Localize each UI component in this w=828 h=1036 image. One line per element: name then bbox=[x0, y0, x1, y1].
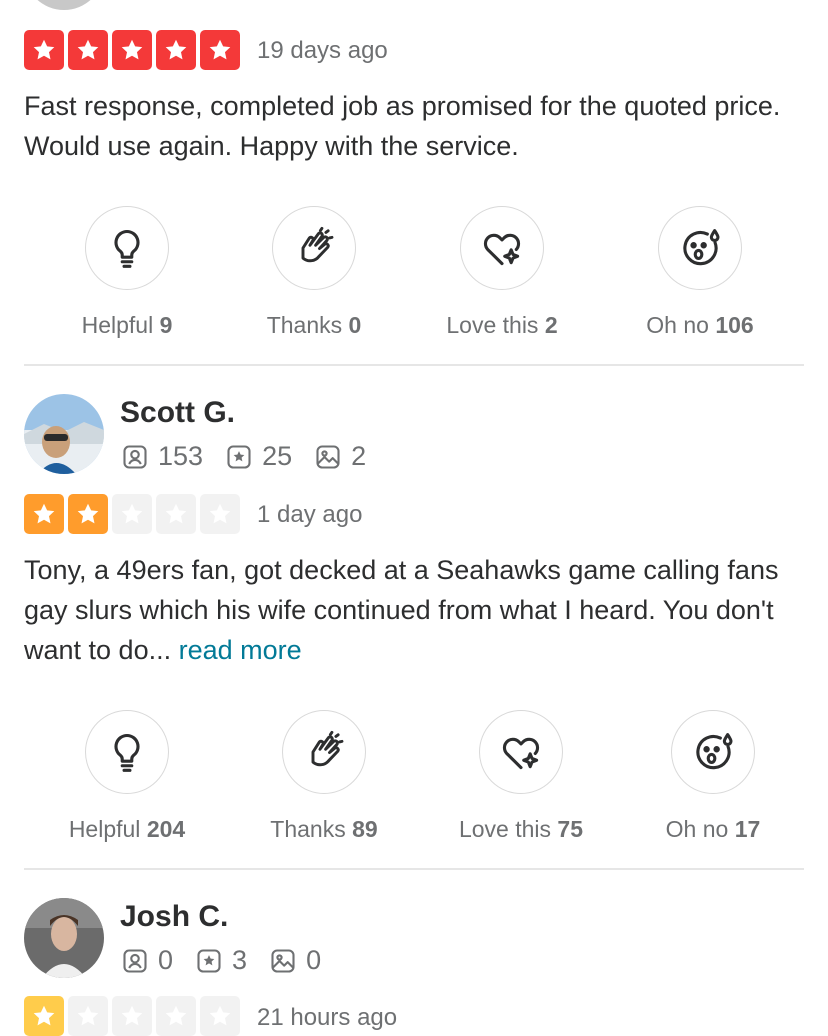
reaction-count: 9 bbox=[159, 312, 173, 338]
heart-sparkle-icon bbox=[479, 710, 563, 794]
star-rating bbox=[24, 30, 244, 70]
reaction-label: Helpful bbox=[68, 816, 141, 842]
review-text-body: Tony, a 49ers fan, got decked at a Seaha… bbox=[24, 555, 779, 665]
star-icon bbox=[112, 996, 152, 1036]
oh-no-face-icon bbox=[658, 206, 742, 290]
elite-star-icon bbox=[227, 444, 251, 469]
review-date: 19 days ago bbox=[257, 37, 388, 64]
reaction-label: Oh no bbox=[646, 312, 709, 338]
review-text: Tony, a 49ers fan, got decked at a Seaha… bbox=[24, 550, 814, 670]
star-icon bbox=[68, 996, 108, 1036]
photo-count-icon bbox=[316, 444, 340, 469]
star-icon bbox=[156, 996, 196, 1036]
oh-no-face-icon bbox=[671, 710, 755, 794]
reaction-label: Love this bbox=[446, 312, 539, 338]
review-date: 21 hours ago bbox=[257, 1004, 398, 1031]
reviewer-stats: 153 25 2 bbox=[121, 441, 388, 472]
reaction-count: 0 bbox=[348, 312, 362, 338]
reviewer-name[interactable]: Scott G. bbox=[120, 396, 235, 430]
divider bbox=[24, 868, 804, 870]
oh-no-button[interactable]: Oh no 106 bbox=[610, 206, 790, 339]
thanks-button[interactable]: Thanks 0 bbox=[224, 206, 404, 339]
clapping-hands-icon bbox=[272, 206, 356, 290]
star-icon bbox=[24, 30, 64, 70]
photo-count: 2 bbox=[351, 441, 367, 471]
photo-count: 0 bbox=[306, 945, 322, 975]
heart-sparkle-icon bbox=[460, 206, 544, 290]
star-icon bbox=[24, 494, 64, 534]
avatar[interactable] bbox=[24, 394, 104, 474]
star-icon bbox=[68, 30, 108, 70]
reaction-count: 75 bbox=[557, 816, 584, 842]
review-count-icon bbox=[123, 444, 147, 469]
read-more-link[interactable]: read more bbox=[179, 635, 302, 665]
review-text: Fast response, completed job as promised… bbox=[24, 91, 781, 161]
reviewer-stats: 0 3 0 bbox=[121, 945, 343, 976]
lightbulb-icon bbox=[85, 710, 169, 794]
reaction-count: 17 bbox=[734, 816, 761, 842]
elite-count: 25 bbox=[262, 441, 293, 471]
avatar[interactable] bbox=[24, 0, 104, 10]
star-icon bbox=[200, 30, 240, 70]
clapping-hands-icon bbox=[282, 710, 366, 794]
reaction-label: Thanks bbox=[270, 816, 346, 842]
lightbulb-icon bbox=[85, 206, 169, 290]
star-icon bbox=[200, 494, 240, 534]
reaction-count: 204 bbox=[146, 816, 186, 842]
star-rating bbox=[24, 494, 244, 534]
review-count: 0 bbox=[158, 945, 174, 975]
reaction-count: 2 bbox=[544, 312, 558, 338]
star-icon bbox=[156, 494, 196, 534]
reaction-count: 106 bbox=[715, 312, 754, 338]
oh-no-button[interactable]: Oh no 17 bbox=[623, 710, 803, 843]
photo-count-icon bbox=[271, 948, 295, 973]
helpful-button[interactable]: Helpful 204 bbox=[37, 710, 217, 843]
elite-star-icon bbox=[197, 948, 221, 973]
star-rating bbox=[24, 996, 244, 1036]
review-count-icon bbox=[123, 948, 147, 973]
star-icon bbox=[24, 996, 64, 1036]
reaction-label: Thanks bbox=[266, 312, 343, 338]
star-icon bbox=[156, 30, 196, 70]
helpful-button[interactable]: Helpful 9 bbox=[37, 206, 217, 339]
star-icon bbox=[68, 494, 108, 534]
reviewer-name[interactable]: Josh C. bbox=[120, 900, 228, 934]
reaction-label: Love this bbox=[458, 816, 552, 842]
star-icon bbox=[200, 996, 240, 1036]
thanks-button[interactable]: Thanks 89 bbox=[234, 710, 414, 843]
elite-count: 3 bbox=[232, 945, 248, 975]
review-date: 1 day ago bbox=[257, 501, 363, 528]
reaction-label: Helpful bbox=[81, 312, 154, 338]
love-this-button[interactable]: Love this 75 bbox=[431, 710, 611, 843]
star-icon bbox=[112, 494, 152, 534]
reaction-count: 89 bbox=[352, 816, 378, 842]
avatar[interactable] bbox=[24, 898, 104, 978]
review-count: 153 bbox=[158, 441, 204, 471]
reaction-label: Oh no bbox=[665, 816, 729, 842]
star-icon bbox=[112, 30, 152, 70]
love-this-button[interactable]: Love this 2 bbox=[412, 206, 592, 339]
divider bbox=[24, 364, 804, 366]
